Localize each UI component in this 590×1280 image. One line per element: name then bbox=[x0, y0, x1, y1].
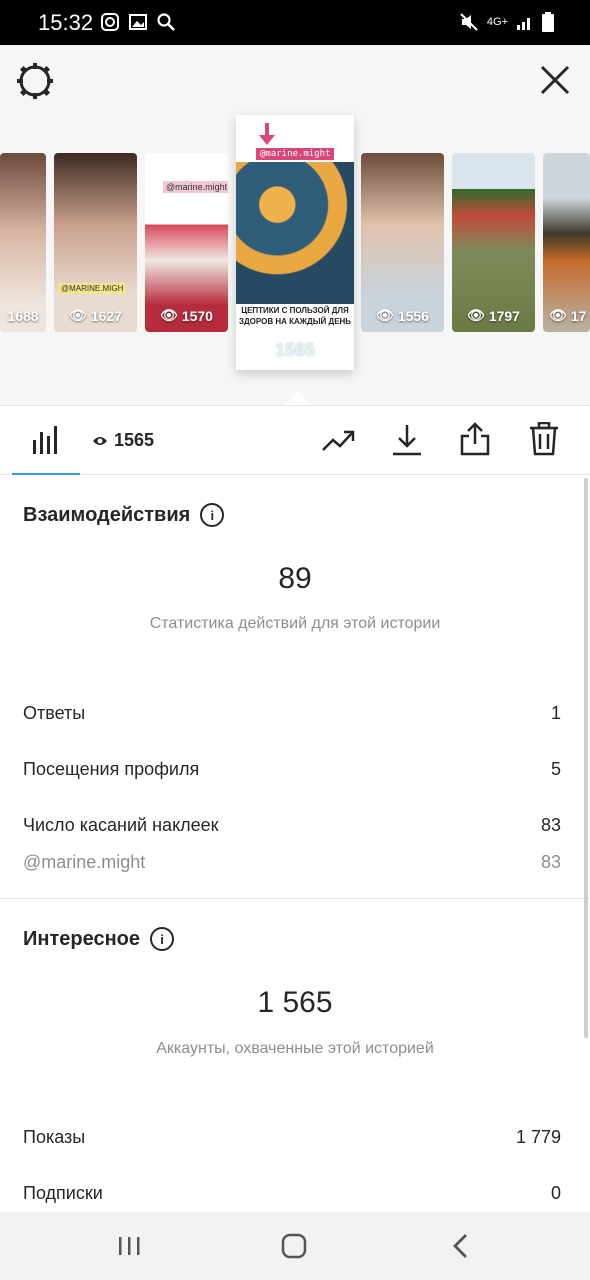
system-nav-bar bbox=[0, 1212, 590, 1280]
thumbnail-label: @MARINE.MIGH bbox=[58, 283, 127, 294]
stat-row-mention-sticker: @marine.might 83 bbox=[23, 852, 561, 873]
stat-row-sticker-taps: Число касаний наклеек 83 bbox=[23, 815, 561, 836]
settings-icon[interactable] bbox=[16, 62, 54, 100]
gallery-icon bbox=[129, 14, 147, 30]
stat-row-impressions: Показы 1 779 bbox=[23, 1127, 561, 1148]
story-thumbnail[interactable]: 👁 1797 bbox=[452, 153, 535, 332]
network-type: 4G+ bbox=[486, 16, 508, 28]
close-icon[interactable] bbox=[540, 65, 570, 95]
instagram-icon bbox=[101, 13, 119, 31]
trash-icon[interactable] bbox=[529, 422, 559, 456]
story-thumbnail[interactable]: @marine.might 👁 1570 bbox=[145, 153, 228, 332]
stat-label: Подписки bbox=[23, 1183, 103, 1203]
story-handle: @marine.might bbox=[256, 148, 335, 160]
stat-row-follows: Подписки 0 bbox=[23, 1183, 561, 1204]
stat-label: Ответы bbox=[23, 703, 86, 723]
share-icon[interactable] bbox=[460, 422, 490, 456]
eye-icon: 👁 bbox=[160, 307, 178, 323]
discovery-title: Интересное i bbox=[23, 927, 174, 951]
thumbnail-views: 👁 17 bbox=[549, 307, 587, 324]
discovery-caption: Аккаунты, охваченные этой историей bbox=[156, 1040, 434, 1057]
story-thumbnail[interactable]: 👁 17 bbox=[543, 153, 590, 332]
stat-label: @marine.might bbox=[23, 852, 146, 872]
mute-icon bbox=[460, 13, 478, 31]
selection-pointer bbox=[284, 391, 312, 406]
thumbnail-views: 👁 1797 bbox=[467, 307, 520, 324]
status-bar: 15:32 4G+ bbox=[0, 0, 590, 45]
selected-story-image: @marine.might ЦЕПТИКИ С ПОЛЬЗОЙ ДЛЯ ЗДОР… bbox=[236, 115, 354, 370]
stat-label: Посещения профиля bbox=[23, 759, 200, 779]
stat-value: 83 bbox=[540, 815, 561, 835]
eye-icon: 👁 bbox=[69, 307, 87, 323]
status-icons-left bbox=[100, 12, 176, 32]
insights-bar-chart-icon[interactable] bbox=[33, 426, 59, 454]
search-icon bbox=[157, 13, 175, 31]
story-thumbnail[interactable]: 👁 1556 bbox=[361, 153, 444, 332]
story-caption: ЦЕПТИКИ С ПОЛЬЗОЙ ДЛЯ ЗДОРОВ НА КАЖДЫЙ Д… bbox=[238, 306, 352, 326]
info-icon[interactable]: i bbox=[200, 503, 225, 527]
download-icon[interactable] bbox=[392, 424, 422, 456]
thumbnail-views: 1688 bbox=[7, 308, 39, 324]
interactions-title: Взаимодействия i bbox=[23, 503, 225, 527]
stat-label: Число касаний наклеек bbox=[23, 815, 219, 835]
trending-arrow-icon[interactable] bbox=[321, 428, 355, 452]
home-icon[interactable] bbox=[281, 1233, 307, 1259]
stat-label: Показы bbox=[23, 1127, 86, 1147]
stat-row-replies: Ответы 1 bbox=[23, 703, 561, 724]
thumbnail-views: 👁 1627 bbox=[69, 307, 122, 324]
stat-row-profile-visits: Посещения профиля 5 bbox=[23, 759, 561, 780]
eye-icon: 👁 bbox=[549, 307, 567, 323]
stat-value: 5 bbox=[550, 759, 561, 779]
stat-value: 0 bbox=[550, 1183, 561, 1203]
eye-icon: 👁 bbox=[376, 307, 394, 323]
active-tab-indicator bbox=[12, 473, 80, 475]
scrollbar[interactable] bbox=[584, 478, 588, 1038]
story-thumbnail[interactable]: @MARINE.MIGH 👁 1627 bbox=[54, 153, 137, 332]
thumbnail-label: @marine.might bbox=[163, 181, 228, 193]
viewers-tab[interactable]: 1565 bbox=[92, 430, 154, 451]
eye-icon: 👁 bbox=[467, 307, 485, 323]
signal-icon bbox=[517, 18, 530, 30]
eye-icon bbox=[93, 436, 107, 445]
section-divider bbox=[0, 898, 590, 899]
stats-toolbar: 1565 bbox=[0, 405, 590, 475]
interactions-caption: Статистика действий для этой истории bbox=[149, 615, 441, 632]
interactions-total: 89 bbox=[278, 562, 312, 595]
info-icon[interactable]: i bbox=[150, 927, 174, 951]
thumbnail-views: 👁 1556 bbox=[376, 307, 429, 324]
stat-value: 1 bbox=[550, 703, 561, 723]
stat-value: 83 bbox=[540, 852, 561, 872]
story-thumbnail[interactable]: 1688 bbox=[0, 153, 46, 332]
status-icons-right: 4G+ bbox=[459, 12, 554, 32]
discovery-total: 1 565 bbox=[257, 986, 333, 1019]
battery-icon bbox=[542, 12, 554, 32]
arrow-down-icon bbox=[259, 123, 275, 145]
thumbnail-views: 👁 1570 bbox=[160, 307, 213, 324]
back-icon[interactable] bbox=[450, 1233, 470, 1259]
stat-value: 1 779 bbox=[515, 1127, 561, 1147]
viewers-count: 1565 bbox=[114, 430, 155, 450]
status-time: 15:32 bbox=[38, 10, 94, 35]
selected-story-thumbnail[interactable]: @marine.might ЦЕПТИКИ С ПОЛЬЗОЙ ДЛЯ ЗДОР… bbox=[236, 115, 354, 370]
story-views-overlay: 1565 bbox=[274, 340, 316, 360]
recent-apps-icon[interactable] bbox=[117, 1234, 141, 1258]
